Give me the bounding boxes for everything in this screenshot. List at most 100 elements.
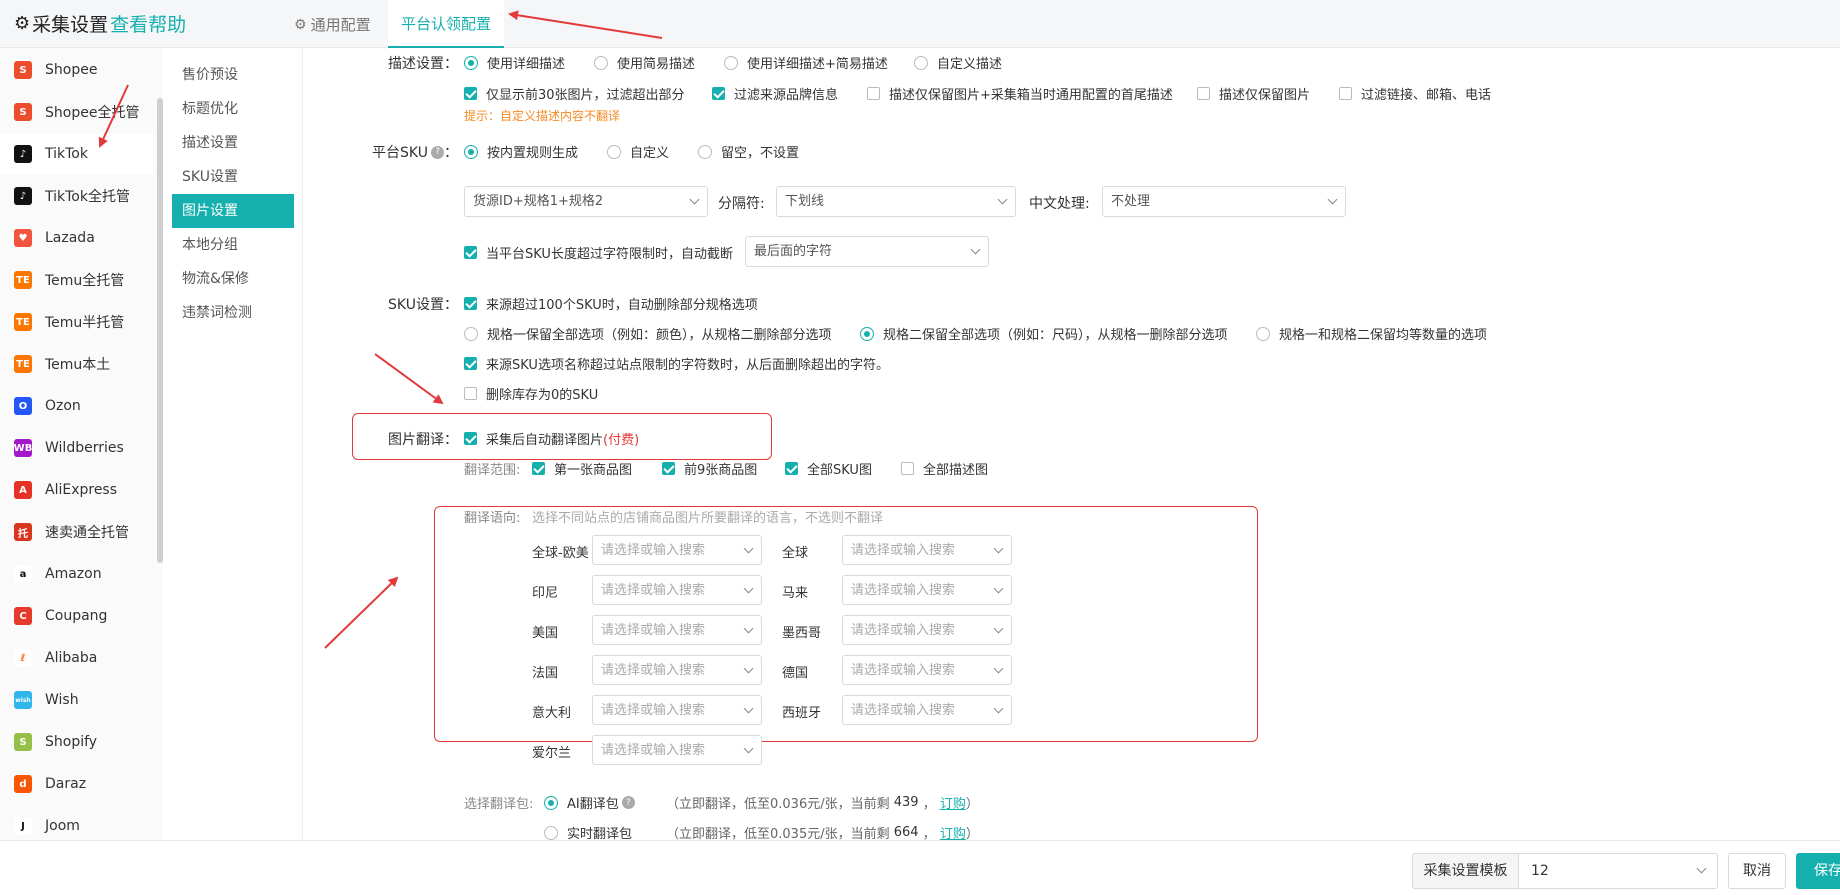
desc-check-images-only[interactable]: 描述仅保留图片 xyxy=(1197,84,1310,103)
checkbox[interactable] xyxy=(464,87,477,100)
language-select[interactable]: 请选择或输入搜索 xyxy=(592,695,762,725)
radio[interactable] xyxy=(607,144,621,159)
sku-trim-names-check[interactable]: 来源SKU选项名称超过站点限制的字符数时，从后面删除超出的字符。 xyxy=(464,354,889,373)
radio[interactable] xyxy=(594,55,608,70)
sidebar-item-aliexpress[interactable]: A AliExpress xyxy=(0,470,155,510)
language-select[interactable]: 请选择或输入搜索 xyxy=(842,655,1012,685)
submenu-item[interactable]: 本地分组 xyxy=(172,228,294,262)
desc-option-detail[interactable]: 使用详细描述 xyxy=(464,53,565,72)
checkbox[interactable] xyxy=(662,462,675,475)
sidebar-item-lazada[interactable]: ♥ Lazada xyxy=(0,218,155,258)
sku-keep-equal[interactable]: 规格一和规格二保留均等数量的选项 xyxy=(1256,324,1487,343)
radio[interactable] xyxy=(698,144,712,159)
submenu-item[interactable]: 图片设置 xyxy=(172,194,294,228)
sidebar-item--[interactable]: 托速卖通全托管 xyxy=(0,512,155,552)
desc-check-brand[interactable]: 过滤来源品牌信息 xyxy=(712,84,838,103)
sidebar-item-temu-[interactable]: TE Temu本土 xyxy=(0,344,155,384)
radio[interactable] xyxy=(860,326,874,341)
chinese-handling-select[interactable]: 不处理 xyxy=(1102,186,1346,217)
checkbox[interactable] xyxy=(785,462,798,475)
language-select[interactable]: 请选择或输入搜索 xyxy=(842,615,1012,645)
radio[interactable] xyxy=(464,55,478,70)
language-select[interactable]: 请选择或输入搜索 xyxy=(592,655,762,685)
language-select[interactable]: 请选择或输入搜索 xyxy=(842,695,1012,725)
language-select[interactable]: 请选择或输入搜索 xyxy=(592,575,762,605)
sku-rule-select[interactable]: 货源ID+规格1+规格2 xyxy=(464,186,708,217)
language-select[interactable]: 请选择或输入搜索 xyxy=(842,535,1012,565)
radio[interactable] xyxy=(464,326,478,341)
submenu-item[interactable]: 标题优化 xyxy=(172,92,294,126)
tab-general-config[interactable]: ⚙ 通用配置 xyxy=(294,0,371,48)
sku-option-empty[interactable]: 留空，不设置 xyxy=(698,142,799,161)
buy-link[interactable]: 订购 xyxy=(940,793,966,812)
submenu-item[interactable]: 描述设置 xyxy=(172,126,294,160)
cancel-button[interactable]: 取消 xyxy=(1728,853,1786,889)
sidebar-item-wildberries[interactable]: WB Wildberries xyxy=(0,428,155,468)
desc-option-custom[interactable]: 自定义描述 xyxy=(914,53,1002,72)
sidebar-item-shopee-[interactable]: S Shopee全托管 xyxy=(0,92,155,132)
language-select[interactable]: 请选择或输入搜索 xyxy=(592,615,762,645)
sidebar-item-coupang[interactable]: C Coupang xyxy=(0,596,155,636)
help-link[interactable]: 查看帮助 xyxy=(110,10,186,37)
sku-option-custom[interactable]: 自定义 xyxy=(607,142,669,161)
sku-delete-zero-check[interactable]: 删除库存为0的SKU xyxy=(464,384,598,403)
sidebar-item-shopee[interactable]: S Shopee xyxy=(0,50,155,90)
checkbox[interactable] xyxy=(867,87,880,100)
checkbox[interactable] xyxy=(1197,87,1210,100)
help-icon[interactable]: ? xyxy=(431,145,444,159)
radio[interactable] xyxy=(1256,326,1270,341)
sidebar-item-tiktok[interactable]: ♪ TikTok xyxy=(0,134,155,174)
radio[interactable] xyxy=(544,825,558,840)
help-icon[interactable]: ? xyxy=(621,796,635,809)
sidebar-item-wish[interactable]: wish Wish xyxy=(0,680,155,720)
sidebar-item-amazon[interactable]: a Amazon xyxy=(0,554,155,594)
auto-translate-check[interactable]: 采集后自动翻译图片 (付费) xyxy=(464,429,639,448)
checkbox[interactable] xyxy=(1339,87,1352,100)
sidebar-item-tiktok-[interactable]: ♪ TikTok全托管 xyxy=(0,176,155,216)
scope-first-image[interactable]: 第一张商品图 xyxy=(532,459,632,478)
sku-keep-spec1[interactable]: 规格一保留全部选项（例如：颜色），从规格二删除部分选项 xyxy=(464,324,832,343)
sidebar-item-joom[interactable]: J Joom xyxy=(0,806,155,840)
checkbox[interactable] xyxy=(464,297,477,310)
pack-realtime[interactable]: 实时翻译包 xyxy=(544,823,632,840)
scope-first-9[interactable]: 前9张商品图 xyxy=(662,459,757,478)
buy-link[interactable]: 订购 xyxy=(940,823,966,840)
submenu-item[interactable]: 物流&保修 xyxy=(172,262,294,296)
separator-select[interactable]: 下划线 xyxy=(776,186,1016,217)
sidebar-item-alibaba[interactable]: ℓ Alibaba xyxy=(0,638,155,678)
radio[interactable] xyxy=(544,795,558,810)
checkbox[interactable] xyxy=(464,387,477,400)
sidebar-item-temu-[interactable]: TE Temu全托管 xyxy=(0,260,155,300)
checkbox[interactable] xyxy=(464,246,477,259)
sku-auto-delete-check[interactable]: 来源超过100个SKU时，自动删除部分规格选项 xyxy=(464,294,758,313)
sku-option-builtin[interactable]: 按内置规则生成 xyxy=(464,142,578,161)
desc-check-filter-links[interactable]: 过滤链接、邮箱、电话 xyxy=(1339,84,1491,103)
language-select[interactable]: 请选择或输入搜索 xyxy=(592,535,762,565)
checkbox[interactable] xyxy=(712,87,725,100)
language-select[interactable]: 请选择或输入搜索 xyxy=(842,575,1012,605)
desc-option-both[interactable]: 使用详细描述+简易描述 xyxy=(724,53,888,72)
checkbox[interactable] xyxy=(464,357,477,370)
desc-check-images-head-tail[interactable]: 描述仅保留图片+采集箱当时通用配置的首尾描述 xyxy=(867,84,1173,103)
submenu-item[interactable]: 违禁词检测 xyxy=(172,296,294,330)
sidebar-item-temu-[interactable]: TE Temu半托管 xyxy=(0,302,155,342)
radio[interactable] xyxy=(724,55,738,70)
submenu-item[interactable]: SKU设置 xyxy=(172,160,294,194)
truncate-select[interactable]: 最后面的字符 xyxy=(745,236,989,267)
radio[interactable] xyxy=(914,55,928,70)
template-select[interactable]: 12 xyxy=(1518,853,1718,889)
desc-check-first30[interactable]: 仅显示前30张图片，过滤超出部分 xyxy=(464,84,685,103)
desc-option-simple[interactable]: 使用简易描述 xyxy=(594,53,695,72)
sku-keep-spec2[interactable]: 规格二保留全部选项（例如：尺码），从规格一删除部分选项 xyxy=(860,324,1228,343)
pack-ai[interactable]: AI翻译包? xyxy=(544,793,635,812)
tab-platform-config[interactable]: 平台认领配置 xyxy=(388,0,504,48)
submenu-item[interactable]: 售价预设 xyxy=(172,58,294,92)
scope-all-desc[interactable]: 全部描述图 xyxy=(901,459,988,478)
sidebar-item-shopify[interactable]: S Shopify xyxy=(0,722,155,762)
radio[interactable] xyxy=(464,144,478,159)
sidebar-item-ozon[interactable]: O Ozon xyxy=(0,386,155,426)
scope-all-sku[interactable]: 全部SKU图 xyxy=(785,459,872,478)
language-select[interactable]: 请选择或输入搜索 xyxy=(592,735,762,765)
checkbox[interactable] xyxy=(901,462,914,475)
sku-truncate-check[interactable]: 当平台SKU长度超过字符限制时，自动截断 xyxy=(464,243,733,262)
